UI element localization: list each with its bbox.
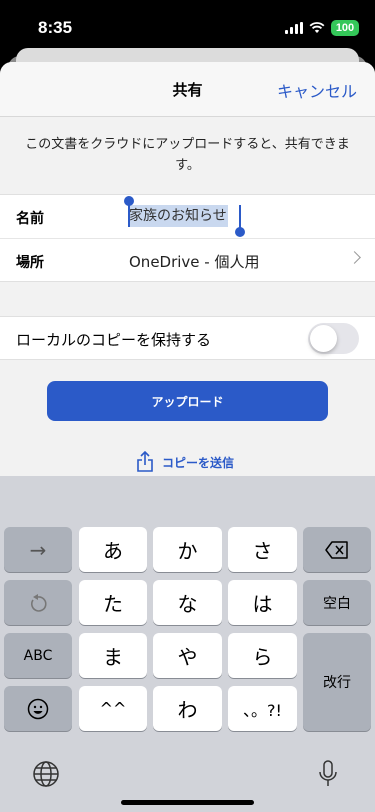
send-copy-button[interactable]: コピーを送信 [136, 450, 234, 474]
abc-key[interactable]: ABC [4, 633, 72, 678]
selection-end-handle[interactable] [235, 227, 245, 237]
toggle-knob [310, 325, 337, 352]
file-form: 名前 家族のお知らせ 場所 OneDrive - 個人用 [0, 194, 375, 282]
divider [0, 116, 375, 117]
dakuten-key[interactable]: ^^ [79, 686, 147, 731]
key-wa-row[interactable]: わ [153, 686, 222, 731]
share-icon [137, 451, 153, 472]
key-ya-row[interactable]: や [153, 633, 222, 678]
nav-bar: 共有 キャンセル [0, 62, 375, 116]
emoji-icon [27, 698, 49, 719]
key-ta-row[interactable]: た [79, 580, 147, 625]
delete-icon [325, 540, 348, 559]
name-field[interactable]: 家族のお知らせ [128, 205, 228, 227]
key-sa-row[interactable]: さ [228, 527, 297, 572]
local-copy-toggle[interactable] [308, 323, 359, 354]
selection-start-handle[interactable] [124, 196, 134, 206]
next-candidate-key[interactable]: → [4, 527, 72, 572]
key-na-row[interactable]: な [153, 580, 222, 625]
undo-key[interactable] [4, 580, 72, 625]
local-copy-row: ローカルのコピーを保持する [0, 316, 375, 360]
name-row: 名前 家族のお知らせ [0, 195, 375, 239]
description-text: この文書をクラウドにアップロードすると、共有できます。 [25, 137, 350, 173]
undo-icon [30, 593, 47, 612]
emoji-key[interactable] [4, 686, 72, 731]
japanese-kana-keyboard: → あ か さ た な は 空白 ABC ま や ら 改行 ^^ わ 、。?! [0, 476, 375, 812]
home-indicator [121, 800, 254, 805]
location-label: 場所 [16, 255, 44, 271]
wifi-icon [309, 22, 325, 33]
local-copy-label: ローカルのコピーを保持する [16, 331, 212, 349]
status-icons: 100 [285, 20, 359, 36]
return-key[interactable]: 改行 [303, 633, 371, 731]
punctuation-key[interactable]: 、。?! [228, 686, 297, 731]
battery-indicator: 100 [331, 20, 359, 36]
cancel-button[interactable]: キャンセル [277, 78, 357, 102]
space-key[interactable]: 空白 [303, 580, 371, 625]
chevron-right-icon [348, 251, 361, 264]
send-copy-label: コピーを送信 [162, 455, 235, 470]
status-time: 8:35 [38, 18, 73, 37]
key-ka-row[interactable]: か [153, 527, 222, 572]
key-ha-row[interactable]: は [228, 580, 297, 625]
key-a-row[interactable]: あ [79, 527, 147, 572]
keyboard-bottom-bar [0, 756, 375, 796]
upload-button[interactable]: アップロード [47, 381, 328, 421]
name-label: 名前 [16, 211, 44, 227]
location-value: OneDrive - 個人用 [129, 253, 260, 271]
location-row[interactable]: 場所 OneDrive - 個人用 [0, 239, 375, 283]
key-ma-row[interactable]: ま [79, 633, 147, 678]
microphone-icon[interactable] [318, 760, 338, 788]
globe-icon[interactable] [32, 760, 60, 788]
key-ra-row[interactable]: ら [228, 633, 297, 678]
signal-icon [285, 22, 303, 34]
delete-key[interactable] [303, 527, 371, 572]
